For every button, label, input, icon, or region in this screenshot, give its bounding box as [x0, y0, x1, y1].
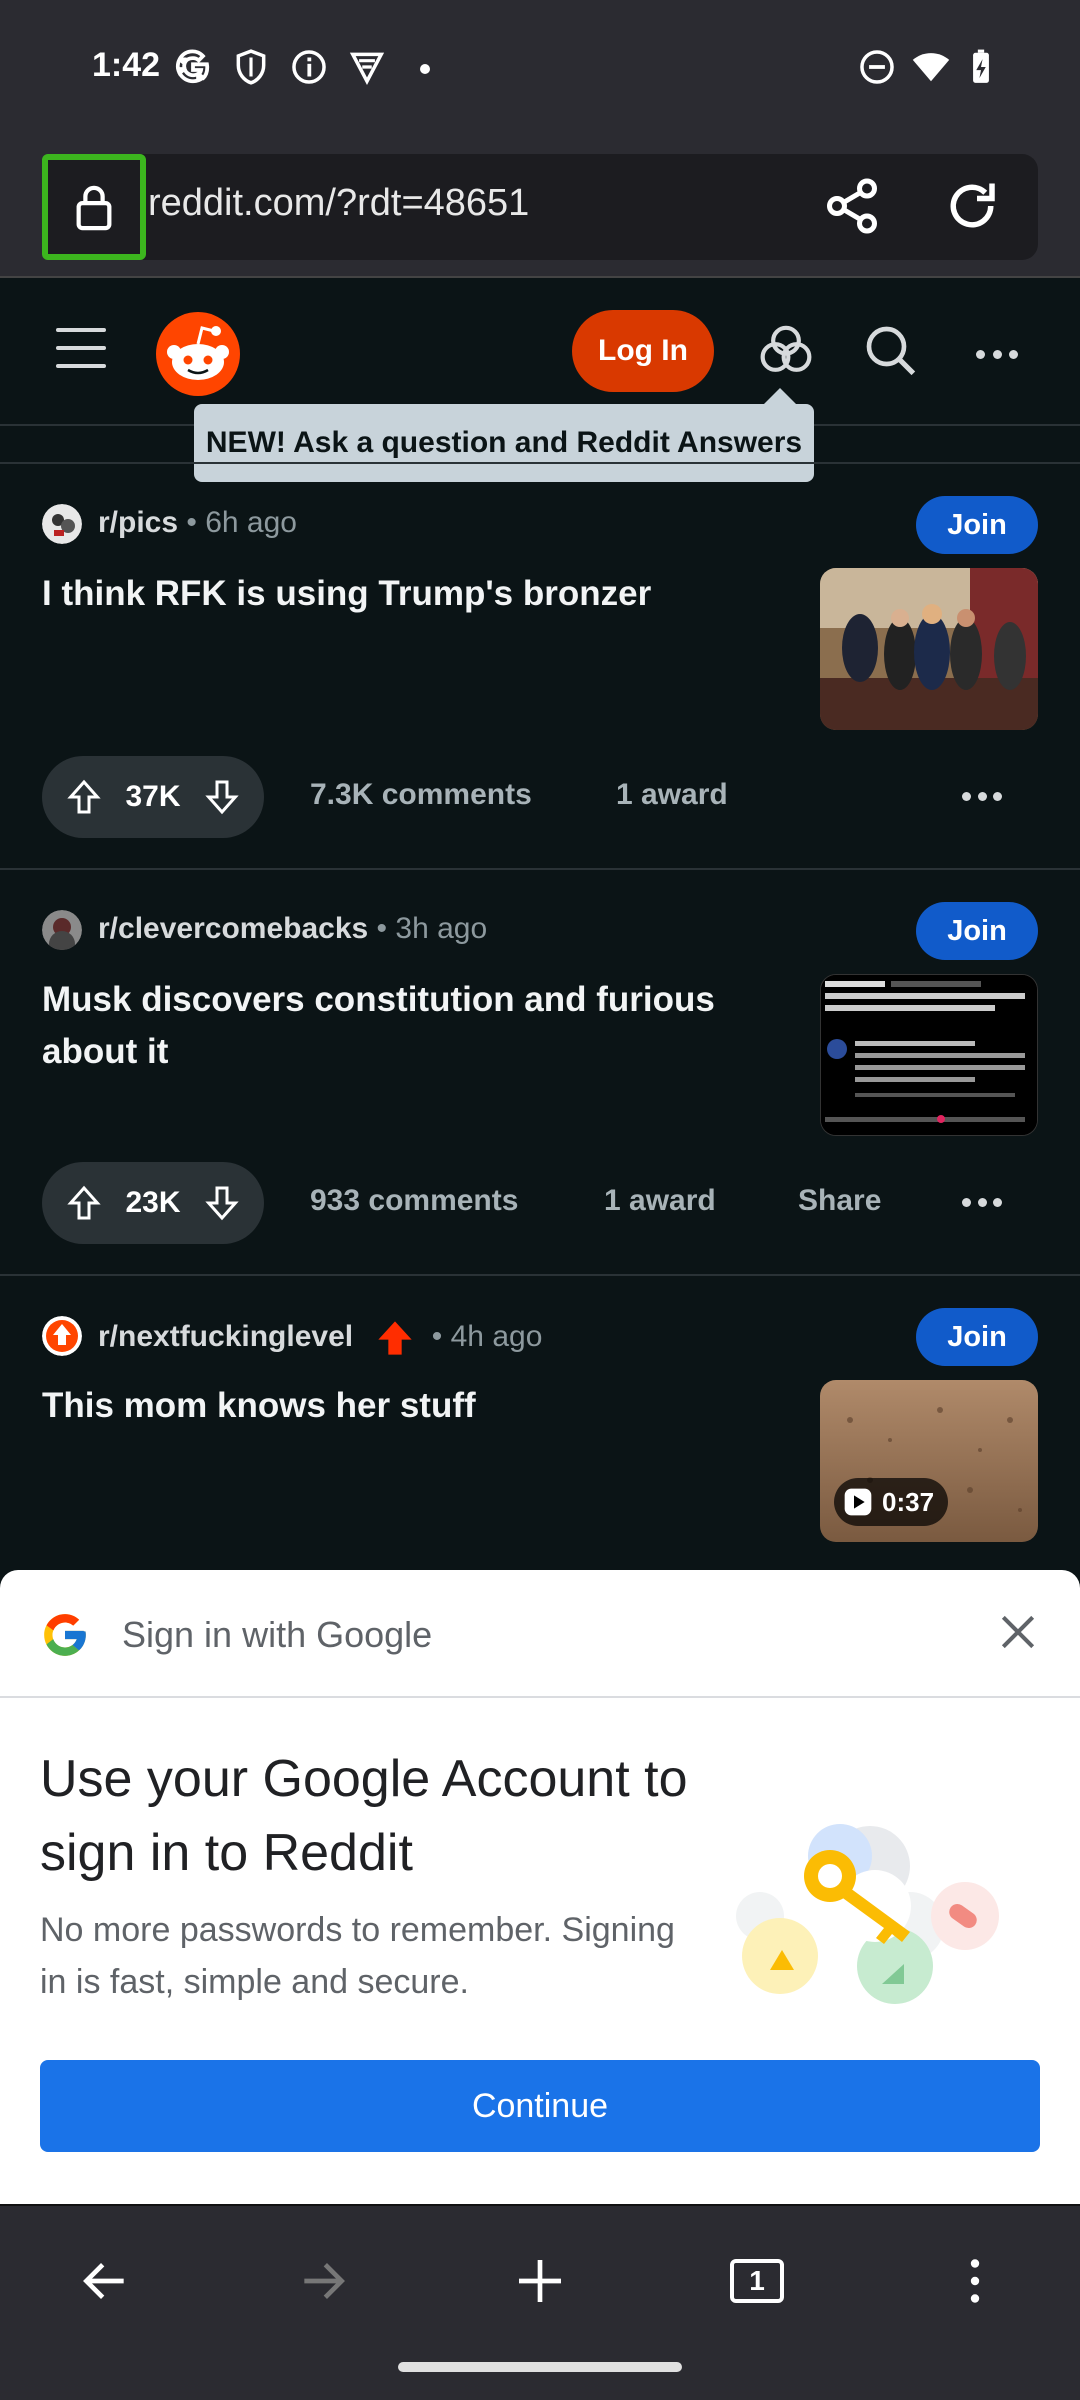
- post-more-icon[interactable]: [962, 792, 1002, 804]
- vote-count: 23K: [125, 1186, 181, 1219]
- status-bar: 1:42: [0, 0, 1080, 140]
- arrow-right-icon: [304, 2263, 345, 2299]
- home-gesture-bar[interactable]: [398, 2362, 682, 2372]
- subreddit-name[interactable]: r/clevercomebacks: [98, 912, 368, 945]
- tweet-screenshot-image: [821, 975, 1037, 1135]
- vote-control: 23K: [42, 1162, 264, 1244]
- post-time: • 4h ago: [431, 1319, 543, 1353]
- vpn-shield-icon: [349, 52, 385, 85]
- post-title[interactable]: This mom knows her stuff: [42, 1380, 782, 1432]
- comments-button[interactable]: 933 comments: [310, 1184, 518, 1218]
- snoo-icon: [167, 326, 229, 380]
- photo-thumbnail-image: [820, 568, 1038, 730]
- login-button[interactable]: Log In: [572, 310, 714, 392]
- reload-icon[interactable]: [942, 176, 1002, 236]
- vote-control: 37K: [42, 756, 264, 838]
- downvote-icon[interactable]: [202, 1183, 242, 1223]
- upvote-icon[interactable]: [64, 1183, 104, 1223]
- overflow-menu-icon[interactable]: [976, 350, 1018, 360]
- address-bar[interactable]: reddit.com/?rdt=48651: [42, 154, 1038, 260]
- tooltip-arrow: [764, 388, 796, 404]
- award-button[interactable]: 1 award: [616, 778, 728, 812]
- comments-button[interactable]: 7.3K comments: [310, 778, 532, 812]
- url-text[interactable]: reddit.com/?rdt=48651: [148, 182, 529, 225]
- reddit-answers-icon[interactable]: [758, 322, 814, 378]
- post-card[interactable]: r/pics • 6h ago Join I think RFK is usin…: [0, 464, 1080, 868]
- subreddit-name[interactable]: r/pics: [98, 506, 178, 539]
- post-title[interactable]: I think RFK is using Trump's bronzer: [42, 568, 782, 620]
- subreddit-name[interactable]: r/nextfuckinglevel: [98, 1320, 353, 1353]
- dnd-icon: [860, 50, 894, 84]
- status-time: 1:42: [92, 46, 161, 84]
- video-duration: 0:37: [882, 1486, 935, 1517]
- plus-icon: [519, 2260, 561, 2302]
- forward-button[interactable]: [288, 2246, 358, 2316]
- google-icon: [175, 49, 210, 84]
- post-more-icon[interactable]: [962, 1198, 1002, 1210]
- battery-icon: [973, 49, 989, 83]
- reddit-logo[interactable]: [156, 312, 240, 396]
- join-button[interactable]: Join: [916, 902, 1038, 960]
- wifi-icon: [912, 53, 950, 82]
- subreddit-avatar: [42, 504, 82, 544]
- close-icon[interactable]: [996, 1610, 1040, 1654]
- continue-button[interactable]: Continue: [40, 2060, 1040, 2152]
- subreddit-avatar: [42, 1316, 82, 1356]
- google-logo-icon: [44, 1614, 86, 1656]
- post-time: • 6h ago: [186, 506, 297, 539]
- post-video-thumbnail[interactable]: 0:37: [820, 1380, 1038, 1542]
- more-vertical-icon: [970, 2259, 980, 2303]
- shield-icon: [236, 49, 266, 85]
- join-button[interactable]: Join: [916, 496, 1038, 554]
- menu-icon[interactable]: [56, 328, 106, 372]
- subreddit-avatar: [42, 910, 82, 950]
- share-icon[interactable]: [822, 176, 882, 236]
- browser-toolbar: reddit.com/?rdt=48651: [0, 140, 1080, 278]
- tab-switcher-button[interactable]: 1: [722, 2246, 792, 2316]
- arrow-left-icon: [83, 2263, 124, 2299]
- tab-count-box: 1: [730, 2259, 784, 2303]
- lock-icon: [76, 185, 112, 231]
- trending-upvote-icon: [378, 1321, 413, 1355]
- upvote-icon[interactable]: [64, 777, 104, 817]
- play-icon: [844, 1488, 872, 1516]
- post-thumbnail[interactable]: [820, 974, 1038, 1136]
- key-illustration: [736, 1824, 999, 2004]
- sheet-header: Sign in with Google: [0, 1570, 1080, 1698]
- share-button[interactable]: Share: [798, 1184, 881, 1218]
- sheet-subtitle: No more passwords to remember. Signing i…: [40, 1911, 675, 2001]
- post-title[interactable]: Musk discovers constitution and furious …: [42, 974, 782, 1078]
- back-button[interactable]: [70, 2246, 140, 2316]
- google-sign-in-sheet: Sign in with Google Use your Google Acco…: [0, 1570, 1080, 2204]
- sheet-header-title: Sign in with Google: [122, 1614, 433, 1655]
- post-card[interactable]: r/clevercomebacks • 3h ago Join Musk dis…: [0, 870, 1080, 1274]
- award-button[interactable]: 1 award: [604, 1184, 716, 1218]
- post-thumbnail[interactable]: [820, 568, 1038, 730]
- video-duration-badge: 0:37: [834, 1478, 949, 1526]
- downvote-icon[interactable]: [202, 777, 242, 817]
- sheet-title: Use your Google Account to sign in to Re…: [40, 1750, 688, 1882]
- post-card[interactable]: r/nextfuckinglevel • 4h ago Join This mo…: [0, 1276, 1080, 1576]
- site-info-button[interactable]: [42, 154, 146, 260]
- vote-count: 37K: [125, 780, 181, 813]
- search-icon[interactable]: [862, 322, 918, 378]
- new-tab-button[interactable]: [505, 2246, 575, 2316]
- post-time: • 3h ago: [376, 912, 488, 945]
- tab-count: 1: [749, 2265, 765, 2296]
- join-button[interactable]: Join: [916, 1308, 1038, 1366]
- notification-dot: [420, 64, 430, 74]
- browser-menu-button[interactable]: [940, 2246, 1010, 2316]
- info-icon: [292, 50, 326, 84]
